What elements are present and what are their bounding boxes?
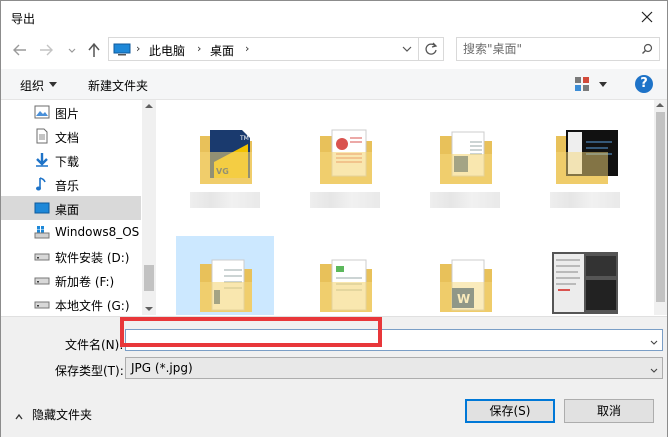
search-icon[interactable]: [641, 43, 653, 55]
nav-item-label: 音乐: [55, 179, 80, 193]
view-options-chevron-icon[interactable]: [599, 82, 607, 87]
nav-item-label: 图片: [55, 107, 80, 121]
music-icon: [34, 176, 50, 192]
nav-item-drive-d[interactable]: 软件安装 (D:): [1, 244, 141, 268]
nav-item-pictures[interactable]: 图片: [1, 100, 141, 124]
save-button[interactable]: 保存(S): [465, 399, 555, 423]
nav-item-drive-f[interactable]: 新加卷 (F:): [1, 268, 141, 292]
image-thumbnail: [550, 122, 620, 188]
nav-item-label: 新加卷 (F:): [55, 275, 115, 289]
file-tile[interactable]: [296, 236, 394, 315]
save-panel: 文件名(N): 保存类型(T): JPG (*.jpg) 隐藏文件夹 保存(S)…: [1, 316, 667, 437]
title-bar: 导出: [1, 1, 667, 33]
dialog-title: 导出: [11, 12, 36, 26]
navigation-scrollbar[interactable]: [142, 100, 156, 315]
file-name-blurred: [190, 192, 260, 208]
breadcrumb-this-pc[interactable]: 此电脑: [149, 42, 185, 59]
filename-label: 文件名(N):: [65, 338, 124, 352]
file-list: VGTM: [161, 100, 654, 315]
nav-item-label: 本地文件 (G:): [55, 299, 130, 313]
folder-icon: VGTM: [190, 122, 260, 188]
folder-icon: [430, 122, 500, 188]
nav-item-label: 文档: [55, 131, 80, 145]
file-tile[interactable]: W: [416, 236, 514, 315]
nav-item-label: 桌面: [55, 203, 80, 217]
drive-icon: [34, 272, 50, 288]
nav-item-music[interactable]: 音乐: [1, 172, 141, 196]
nav-item-label: 下载: [55, 155, 80, 169]
svg-text:TM: TM: [239, 135, 249, 142]
back-arrow-icon[interactable]: [11, 41, 29, 59]
help-icon[interactable]: ?: [635, 75, 653, 93]
scroll-up-arrow-icon[interactable]: [145, 104, 153, 108]
nav-item-windows8-os[interactable]: Windows8_OS: [1, 220, 141, 244]
cancel-button[interactable]: 取消: [564, 399, 654, 423]
filename-dropdown-chevron-icon[interactable]: [650, 336, 658, 345]
command-bar: 组织 新建文件夹 ?: [1, 69, 667, 100]
filename-field[interactable]: [125, 329, 663, 351]
file-tile[interactable]: [296, 108, 394, 216]
organize-menu[interactable]: 组织: [20, 77, 44, 94]
close-icon[interactable]: [637, 7, 657, 27]
file-name-blurred: [310, 192, 380, 208]
scrollbar-thumb[interactable]: [144, 265, 154, 291]
up-arrow-icon[interactable]: [85, 41, 103, 59]
folder-icon: [190, 250, 260, 315]
drive-icon: [34, 296, 50, 312]
chevron-up-icon: [15, 410, 23, 420]
forward-arrow-icon[interactable]: [37, 41, 55, 59]
documents-icon: [34, 128, 50, 144]
breadcrumb-separator-icon: ›: [245, 42, 250, 55]
address-row: › 此电脑 › 桌面 ›: [1, 35, 667, 65]
filetype-label: 保存类型(T):: [55, 364, 124, 378]
scroll-down-arrow-icon[interactable]: [145, 307, 153, 311]
navigation-pane: 图片 文档 下载 音乐 桌面 Windows8_OS 软件安装 (D:) 新加卷…: [1, 100, 156, 315]
file-tile[interactable]: [536, 236, 634, 315]
file-tile-selected[interactable]: [176, 236, 274, 315]
nav-item-desktop[interactable]: 桌面: [1, 196, 141, 220]
scrollbar-thumb[interactable]: [656, 112, 665, 302]
filename-input[interactable]: [130, 332, 630, 348]
change-view-icon[interactable]: [575, 77, 589, 91]
filetype-dropdown-chevron-icon[interactable]: [650, 364, 658, 373]
file-tile[interactable]: VGTM: [176, 108, 274, 216]
nav-item-label: 软件安装 (D:): [55, 251, 130, 265]
recent-locations-chevron-icon[interactable]: [63, 41, 76, 59]
folder-icon: W: [430, 250, 500, 315]
drive-windows-icon: [34, 224, 50, 240]
breadcrumb-separator-icon: ›: [136, 42, 141, 55]
filetype-select[interactable]: JPG (*.jpg): [125, 357, 663, 379]
filetype-value: JPG (*.jpg): [131, 361, 193, 375]
folder-icon: [310, 250, 380, 315]
content-scrollbar[interactable]: [654, 100, 667, 315]
this-pc-icon: [113, 43, 131, 56]
pictures-icon: [34, 104, 50, 120]
organize-chevron-icon[interactable]: [49, 82, 57, 87]
refresh-icon: [425, 42, 438, 55]
address-dropdown-chevron-icon[interactable]: [401, 43, 413, 55]
file-name-blurred: [430, 192, 500, 208]
breadcrumb-desktop[interactable]: 桌面: [210, 42, 234, 59]
address-bar[interactable]: › 此电脑 › 桌面 ›: [108, 37, 444, 61]
search-box[interactable]: [456, 37, 660, 61]
scroll-up-arrow-icon[interactable]: [656, 103, 664, 107]
file-name-blurred: [550, 192, 620, 208]
desktop-icon: [34, 200, 50, 216]
nav-item-documents[interactable]: 文档: [1, 124, 141, 148]
image-thumbnail: [550, 250, 620, 315]
breadcrumb-separator-icon: ›: [197, 42, 202, 55]
hide-folders-label: 隐藏文件夹: [32, 408, 93, 422]
file-tile[interactable]: [416, 108, 514, 216]
folder-icon: [310, 122, 380, 188]
new-folder-button[interactable]: 新建文件夹: [88, 77, 148, 94]
nav-item-label: Windows8_OS: [55, 225, 140, 239]
downloads-icon: [34, 152, 50, 168]
export-dialog: 导出 › 此电脑 › 桌面 › 搜索"桌面" 组织 新建文件夹 ? 图片 文档 …: [0, 0, 668, 437]
drive-icon: [34, 248, 50, 264]
file-tile[interactable]: [536, 108, 634, 216]
search-input[interactable]: [463, 41, 623, 57]
nav-item-downloads[interactable]: 下载: [1, 148, 141, 172]
nav-item-drive-g[interactable]: 本地文件 (G:): [1, 292, 141, 315]
refresh-button[interactable]: [418, 38, 443, 60]
